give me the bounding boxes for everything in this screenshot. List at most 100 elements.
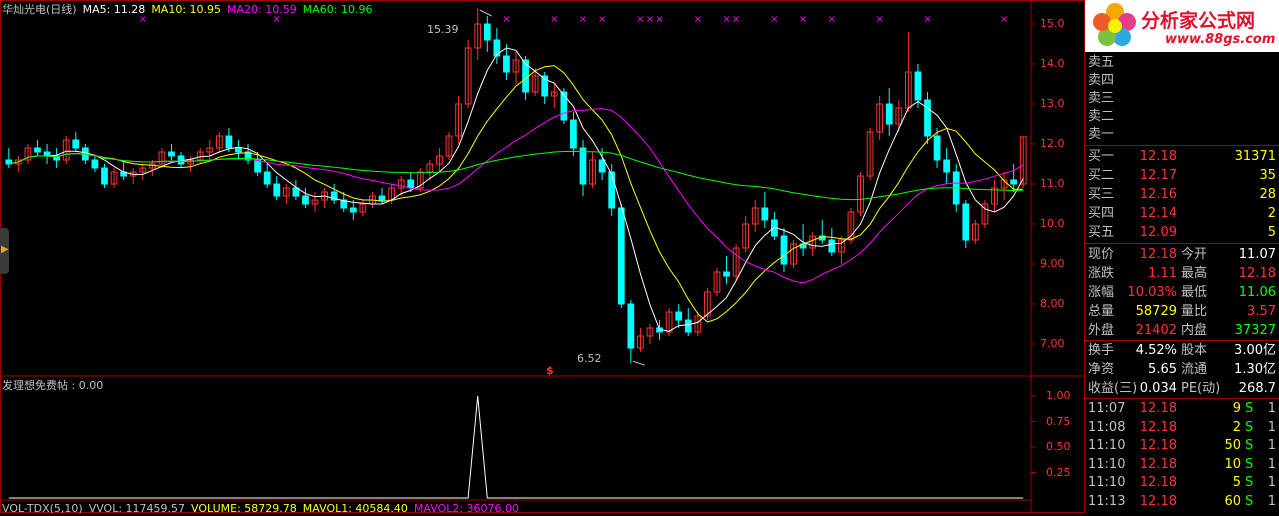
price-tick-label: 10.0 xyxy=(1040,217,1065,230)
trade-tick-row: 11:10 12.18 10 S 1 xyxy=(1085,456,1279,474)
candle-body xyxy=(91,159,99,169)
tick-price: 12.18 xyxy=(1139,401,1177,416)
signal-marker-icon: × xyxy=(502,14,510,25)
price-tick-label: 15.0 xyxy=(1040,17,1065,30)
signal-marker-icon: × xyxy=(770,14,778,25)
tick-volume: 50 xyxy=(1224,438,1241,453)
indicator-line xyxy=(8,395,1024,499)
indicator-tick-label: 0.50 xyxy=(1046,440,1071,453)
signal-marker-icon: × xyxy=(579,14,587,25)
signal-marker-icon: × xyxy=(694,14,702,25)
candle-body xyxy=(761,207,769,221)
tick-side: S xyxy=(1245,456,1254,472)
bid-label: 买三 xyxy=(1088,187,1115,202)
tick-side: S xyxy=(1245,475,1254,490)
candle-body xyxy=(627,303,635,349)
candle-body xyxy=(675,311,683,321)
ask-row: 卖三 xyxy=(1085,90,1279,108)
ma10-line xyxy=(8,65,1024,323)
quote-row: 外盘 21402 内盘 37327 xyxy=(1085,322,1279,340)
signal-marker-icon: × xyxy=(655,14,663,25)
signal-marker-icon: × xyxy=(550,14,558,25)
fundamental-label: 流通 xyxy=(1181,362,1208,377)
fundamental-value: 3.00亿 xyxy=(1234,343,1276,358)
mavol1-value: MAVOL1: 40584.40 xyxy=(302,502,408,515)
bid-price: 12.09 xyxy=(1139,225,1177,240)
quote-value: 3.57 xyxy=(1247,304,1276,319)
quote-value: 10.03% xyxy=(1127,285,1177,300)
signal-marker-icon: × xyxy=(1000,14,1008,25)
candle-body xyxy=(292,187,300,197)
candle-body xyxy=(34,147,41,153)
quote-value: 11.06 xyxy=(1238,285,1276,300)
tick-count: 1 xyxy=(1267,401,1276,416)
stock-name[interactable]: 华灿光电(日线) xyxy=(2,3,77,16)
ma20-line xyxy=(8,108,1024,284)
candle-body xyxy=(349,207,357,213)
quote-row: 涨幅 10.03% 最低 11.06 xyxy=(1085,284,1279,302)
ask-row: 卖一 xyxy=(1085,126,1279,144)
candle-body xyxy=(560,91,568,121)
signal-marker-icon: × xyxy=(636,14,644,25)
expand-panel-tab[interactable]: ▶ xyxy=(0,228,9,274)
signal-marker-icon: × xyxy=(722,14,730,25)
candle-body xyxy=(522,59,529,93)
tick-time: 11:08 xyxy=(1088,419,1126,435)
bid-row: 买一 12.18 31371 xyxy=(1085,148,1279,166)
price-tick-label: 13.0 xyxy=(1040,97,1065,110)
tick-count: 1 xyxy=(1267,475,1276,490)
fundamental-value: 0.034 xyxy=(1139,381,1177,396)
tick-price: 12.18 xyxy=(1139,475,1177,490)
ask-label: 卖二 xyxy=(1088,109,1115,124)
price-tick-label: 11.0 xyxy=(1040,177,1065,190)
expand-arrow-icon: ▶ xyxy=(1,244,9,255)
quote-value: 12.18 xyxy=(1139,247,1177,262)
candle-body xyxy=(503,55,510,73)
candle-body xyxy=(168,151,175,157)
volume-value: VOLUME: 58729.78 xyxy=(191,502,297,515)
tick-price: 12.18 xyxy=(1139,493,1177,509)
tick-side: S xyxy=(1245,401,1254,416)
indicator-tick-label: 0.75 xyxy=(1046,414,1071,428)
bid-volume: 5 xyxy=(1267,225,1276,240)
bid-label: 买二 xyxy=(1088,168,1115,183)
fundamental-label: PE(动) xyxy=(1181,381,1221,396)
indicator-title: 发理想免费帖 : 0.00 xyxy=(2,379,104,392)
ma5-value: MA5: 11.28 xyxy=(82,3,146,16)
tick-count: 1 xyxy=(1267,493,1276,509)
quote-row: 总量 58729 量比 3.57 xyxy=(1085,303,1279,321)
tick-count: 1 xyxy=(1267,456,1276,472)
quote-value: 1.11 xyxy=(1148,266,1177,281)
vol-tdx-label: VOL-TDX(5,10) xyxy=(2,502,83,515)
bid-price: 12.18 xyxy=(1139,149,1177,164)
tick-price: 12.18 xyxy=(1139,456,1177,472)
candle-body xyxy=(962,203,970,241)
candle-body xyxy=(273,183,281,197)
candle-body xyxy=(72,139,80,149)
candle-body xyxy=(780,235,788,265)
quote-label: 内盘 xyxy=(1181,323,1208,338)
bid-volume: 2 xyxy=(1267,206,1276,221)
fundamental-label: 净资 xyxy=(1088,362,1115,377)
fundamental-row: 净资 5.65 流通 1.30亿 xyxy=(1085,361,1279,379)
price-tick-label: 14.0 xyxy=(1040,57,1065,70)
price-tick-label: 7.00 xyxy=(1040,337,1065,350)
trade-tick-row: 11:07 12.18 9 S 1 xyxy=(1085,400,1279,418)
kline-chart[interactable]: × × × × × × × × × × × × × × × × × × xyxy=(0,0,1085,513)
brand-url[interactable]: www.88gs.com xyxy=(1165,32,1275,47)
candle-body xyxy=(608,171,616,209)
ma5-line xyxy=(8,47,1024,332)
ask-row: 卖二 xyxy=(1085,108,1279,126)
fundamental-value: 1.30亿 xyxy=(1234,362,1276,377)
candle-body xyxy=(924,99,931,137)
ask-label: 卖一 xyxy=(1088,127,1115,142)
fundamental-row: 收益(三) 0.034 PE(动) 268.7 xyxy=(1085,380,1279,398)
ma20-value: MA20: 10.59 xyxy=(227,3,297,16)
quote-value: 58729 xyxy=(1135,304,1177,319)
candle-body xyxy=(885,103,893,125)
candle-body xyxy=(235,147,242,153)
quote-panel: 卖五 卖四 卖三 卖二 卖一 买一 12.18 31371 买二 12.17 35 买三 12.16 2… xyxy=(1085,0,1279,513)
fundamental-label: 换手 xyxy=(1088,343,1115,358)
bid-volume: 28 xyxy=(1259,187,1276,202)
ask-label: 卖五 xyxy=(1088,55,1115,70)
